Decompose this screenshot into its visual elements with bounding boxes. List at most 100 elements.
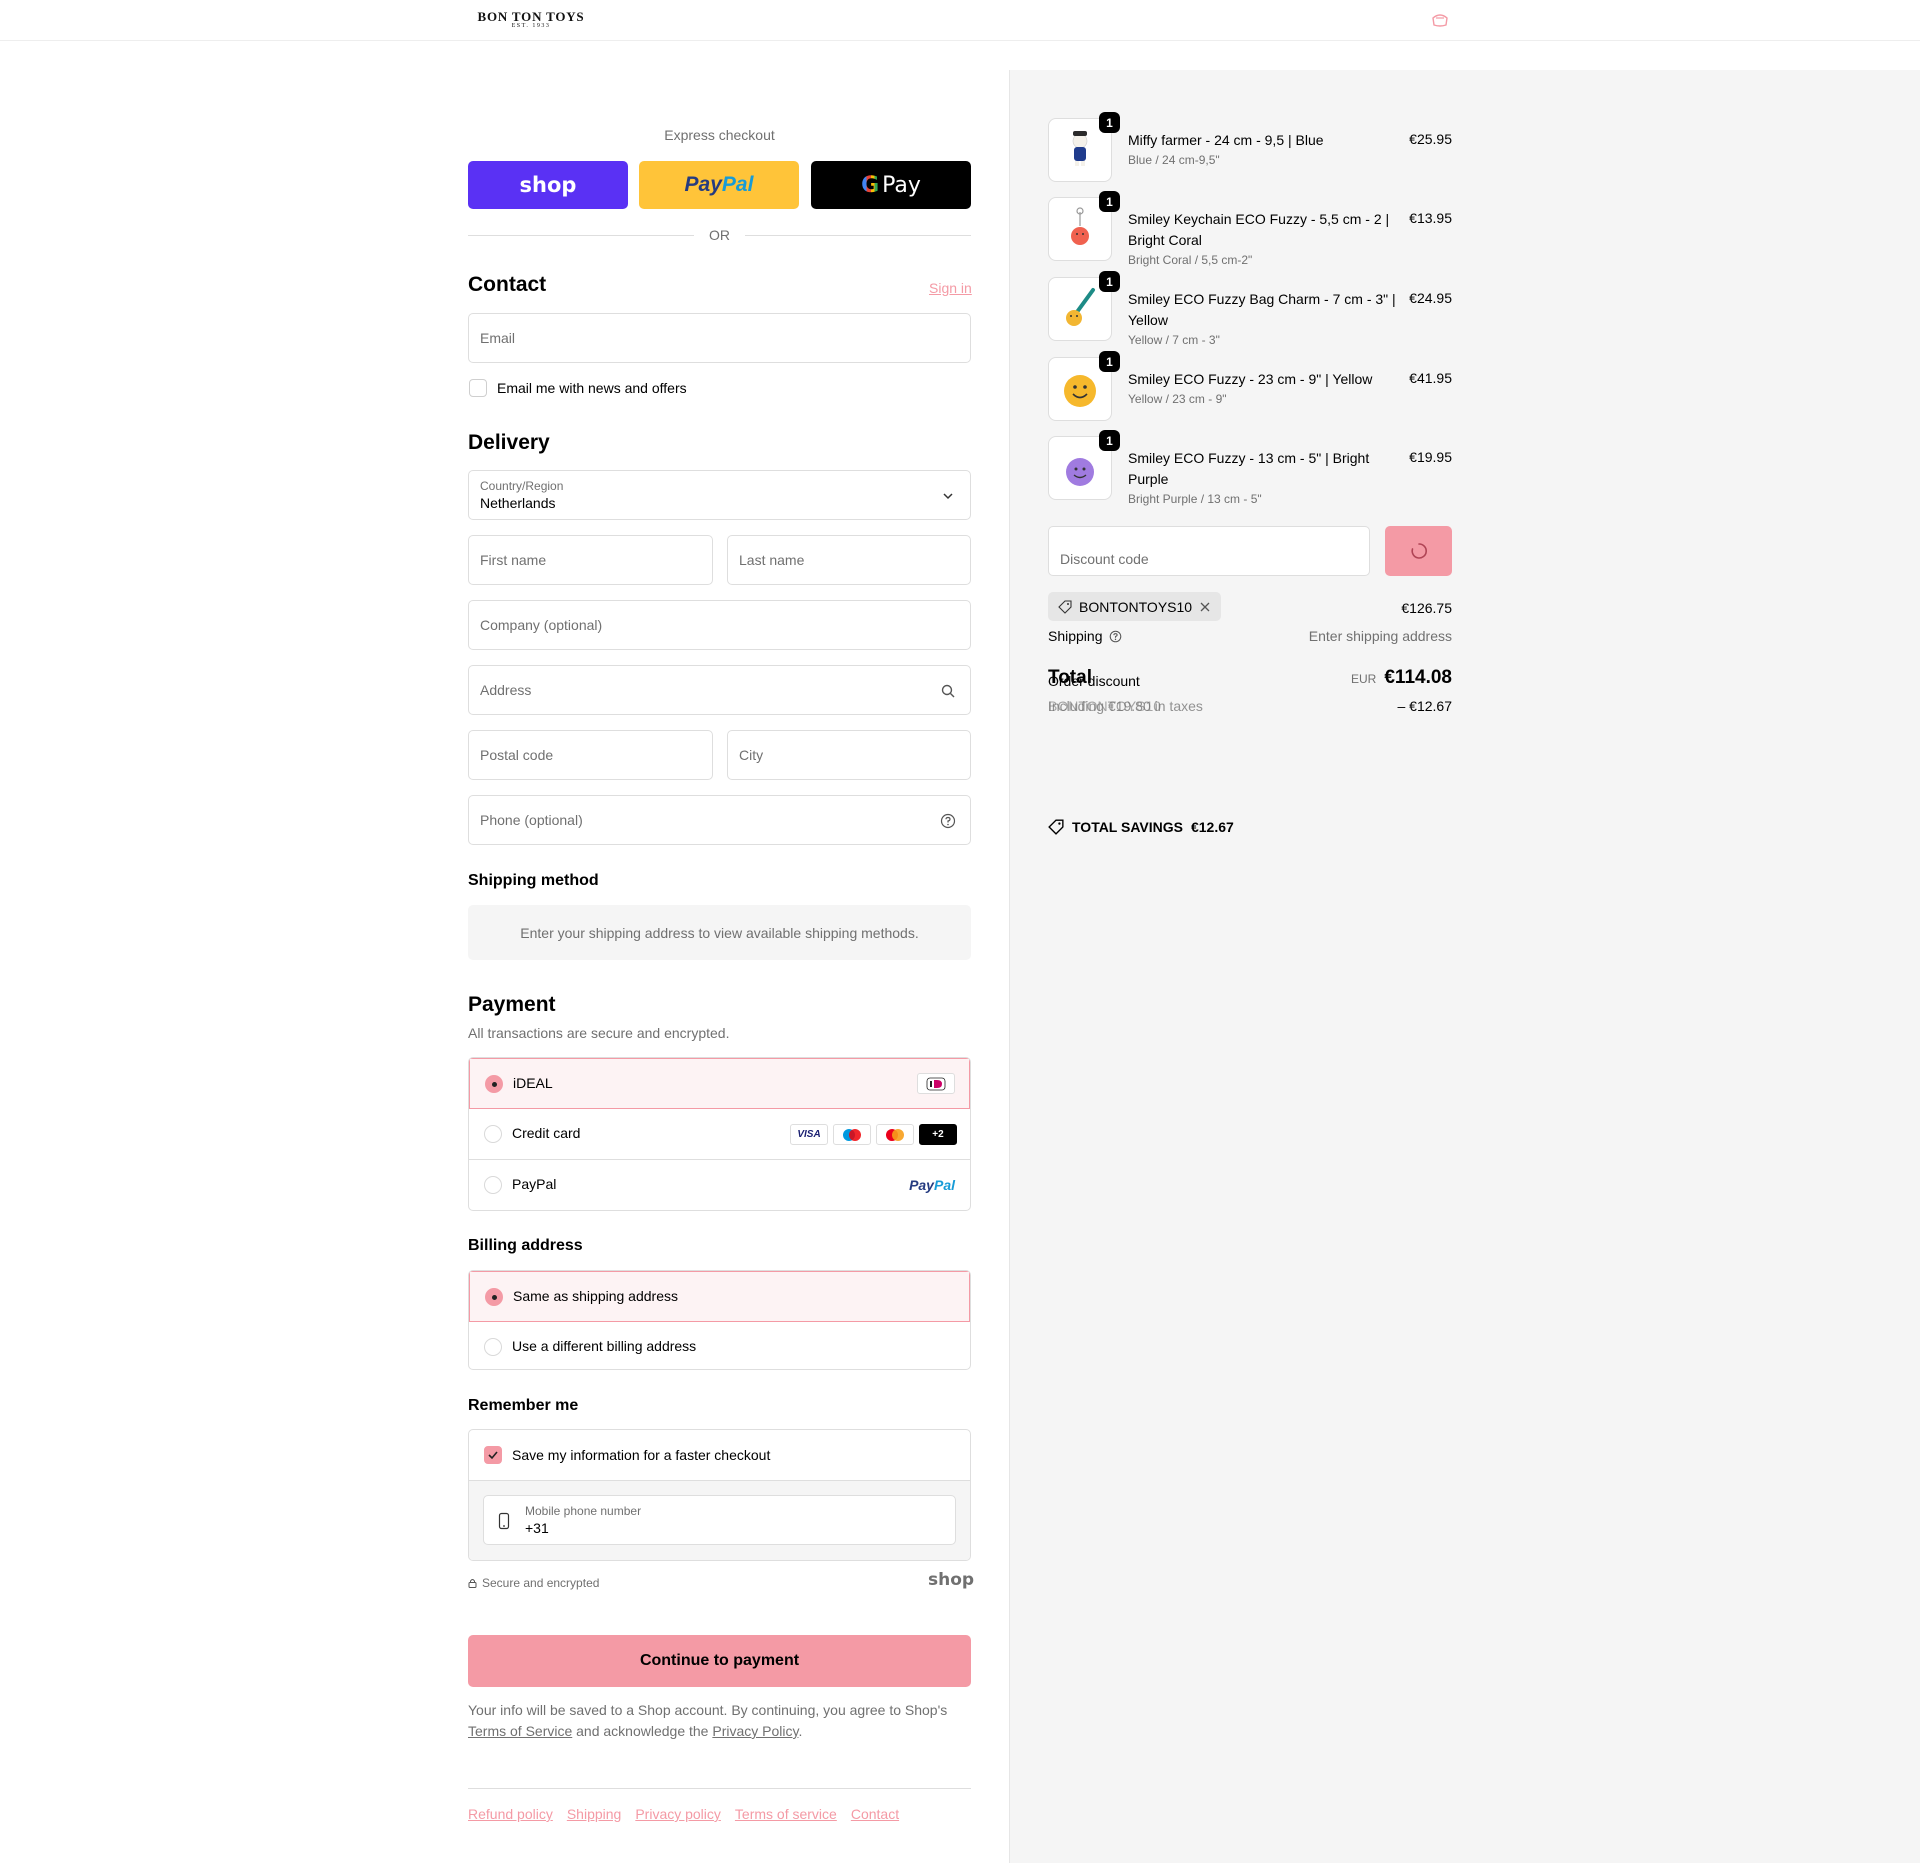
mobile-phone-field[interactable]: Mobile phone number +31 <box>483 1495 956 1545</box>
shipping-method-heading: Shipping method <box>468 872 599 889</box>
billing-heading: Billing address <box>468 1237 583 1254</box>
first-name-field[interactable]: First name <box>468 535 713 585</box>
legal-text-2: and acknowledge the <box>576 1723 709 1739</box>
discount-amount: – €12.67 <box>1397 698 1453 714</box>
mobile-phone-icon <box>498 1512 510 1530</box>
paypal-logo-part-1: Pay <box>909 1177 934 1193</box>
total-row: EUR €114.08 <box>1351 667 1452 689</box>
postal-code-field[interactable]: Postal code <box>468 730 713 780</box>
subtotal-value: €126.75 <box>1401 600 1452 616</box>
store-logo[interactable]: BON TON TOYS EST. 1933 <box>467 9 595 29</box>
payment-option-credit-card[interactable]: Credit card VISA +2 <box>469 1109 970 1160</box>
address-field[interactable]: Address <box>468 665 971 715</box>
cart-item: 1 Smiley ECO Fuzzy Bag Charm - 7 cm - 3"… <box>1048 271 1452 347</box>
phone-placeholder: Phone (optional) <box>480 812 583 828</box>
footer-terms-link[interactable]: Terms of service <box>735 1806 837 1822</box>
item-title: Smiley ECO Fuzzy - 23 cm - 9" | Yellow <box>1128 371 1373 387</box>
footer-shipping-link[interactable]: Shipping <box>567 1806 622 1822</box>
billing-option-same[interactable]: Same as shipping address <box>469 1271 970 1322</box>
continue-label: Continue to payment <box>639 1652 800 1669</box>
paypal-label-2: Pal <box>721 173 754 196</box>
terms-of-service-link[interactable]: Terms of Service <box>468 1723 572 1739</box>
last-name-placeholder: Last name <box>739 552 805 568</box>
item-price: €25.95 <box>1409 131 1452 147</box>
paypal-label-1: Pay <box>684 173 722 196</box>
item-name: Smiley ECO Fuzzy - 13 cm - 5" | Bright P… <box>1128 448 1398 508</box>
shop-pay-button[interactable]: shop <box>468 161 628 209</box>
item-variant: Yellow / 7 cm - 3" <box>1128 333 1220 347</box>
phone-field[interactable]: Phone (optional) <box>468 795 971 845</box>
paypal-radio[interactable] <box>484 1176 502 1194</box>
apply-discount-button[interactable] <box>1385 526 1452 576</box>
billing-different-radio[interactable] <box>484 1338 502 1356</box>
newsletter-checkbox[interactable] <box>469 379 487 397</box>
close-icon[interactable] <box>1199 601 1211 613</box>
billing-different-label: Use a different billing address <box>512 1338 697 1354</box>
country-label: Country/Region <box>480 479 564 493</box>
city-field[interactable]: City <box>727 730 971 780</box>
ideal-radio[interactable] <box>485 1075 503 1093</box>
shop-pay-label: shop <box>519 173 577 197</box>
legal-text-1: Your info will be saved to a Shop accoun… <box>468 1702 948 1718</box>
cart-item: 1 Smiley ECO Fuzzy - 13 cm - 5" | Bright… <box>1048 430 1452 506</box>
loading-spinner-icon <box>1410 543 1427 559</box>
help-circle-icon[interactable] <box>940 813 956 829</box>
credit-card-radio[interactable] <box>484 1125 502 1143</box>
footer-privacy-link[interactable]: Privacy policy <box>635 1806 721 1822</box>
shipping-method-info-text: Enter your shipping address to view avai… <box>520 924 919 941</box>
cart-item: 1 Miffy farmer - 24 cm - 9,5 | Blue Blue… <box>1048 112 1452 184</box>
tag-icon <box>1048 819 1064 835</box>
shipping-label: Shipping <box>1048 628 1103 644</box>
paypal-option-label: PayPal <box>512 1176 557 1192</box>
item-variant: Blue / 24 cm-9,5" <box>1128 153 1220 167</box>
payment-option-ideal[interactable]: iDEAL <box>469 1058 970 1109</box>
footer-divider <box>468 1788 971 1789</box>
payment-option-paypal[interactable]: PayPal PayPal <box>469 1160 970 1210</box>
privacy-policy-link[interactable]: Privacy Policy <box>712 1723 798 1739</box>
currency-label: EUR <box>1351 672 1377 686</box>
billing-same-label: Same as shipping address <box>513 1288 678 1304</box>
more-cards-badge: +2 <box>919 1124 957 1145</box>
shopping-bag-icon[interactable] <box>1430 13 1450 27</box>
quantity-badge: 1 <box>1099 112 1120 133</box>
country-select[interactable]: Country/Region Netherlands <box>468 470 971 520</box>
total-savings-value: €12.67 <box>1190 819 1234 835</box>
continue-to-payment-button[interactable]: Continue to payment <box>468 1635 971 1687</box>
footer-refund-link[interactable]: Refund policy <box>468 1806 553 1822</box>
discount-code-field[interactable]: Discount code <box>1048 526 1370 576</box>
chevron-down-icon <box>943 493 953 500</box>
payment-methods: iDEAL Credit card VISA +2 PayPal PayPal <box>468 1057 971 1211</box>
delivery-heading: Delivery <box>468 431 550 454</box>
billing-same-radio[interactable] <box>485 1288 503 1306</box>
ideal-logo-icon <box>917 1073 955 1094</box>
mobile-phone-value: +31 <box>525 1520 549 1536</box>
company-field[interactable]: Company (optional) <box>468 600 971 650</box>
mobile-section: Mobile phone number +31 <box>469 1480 970 1560</box>
cart-item: 1 Smiley Keychain ECO Fuzzy - 5,5 cm - 2… <box>1048 191 1452 267</box>
legal-text-end: . <box>798 1723 803 1739</box>
footer-contact-link[interactable]: Contact <box>851 1806 899 1822</box>
item-variant: Bright Purple / 13 cm - 5" <box>1128 492 1262 506</box>
save-info-checkbox[interactable] <box>484 1446 502 1464</box>
quantity-badge: 1 <box>1099 351 1120 372</box>
billing-option-different[interactable]: Use a different billing address <box>469 1322 970 1369</box>
paypal-button[interactable]: Pay Pal <box>639 161 799 209</box>
more-cards-label: +2 <box>932 1129 944 1140</box>
item-price: €41.95 <box>1409 370 1452 386</box>
sign-in-link[interactable]: Sign in <box>929 280 972 296</box>
item-name: Smiley ECO Fuzzy - 23 cm - 9" | Yellow Y… <box>1128 369 1398 408</box>
postal-code-placeholder: Postal code <box>480 747 554 763</box>
newsletter-label: Email me with news and offers <box>497 380 687 396</box>
or-label: OR <box>709 227 730 243</box>
help-circle-icon[interactable] <box>1109 630 1122 643</box>
shipping-value: Enter shipping address <box>1308 628 1452 644</box>
google-pay-button[interactable]: G Pay <box>811 161 971 209</box>
company-placeholder: Company (optional) <box>480 617 603 633</box>
item-title: Miffy farmer - 24 cm - 9,5 | Blue <box>1128 132 1324 148</box>
email-field[interactable]: Email <box>468 313 971 363</box>
last-name-field[interactable]: Last name <box>727 535 971 585</box>
mobile-phone-label: Mobile phone number <box>525 1504 642 1518</box>
visa-icon: VISA <box>790 1124 828 1145</box>
checkmark-icon <box>488 1451 498 1460</box>
total-savings: TOTAL SAVINGS €12.67 <box>1048 819 1234 835</box>
